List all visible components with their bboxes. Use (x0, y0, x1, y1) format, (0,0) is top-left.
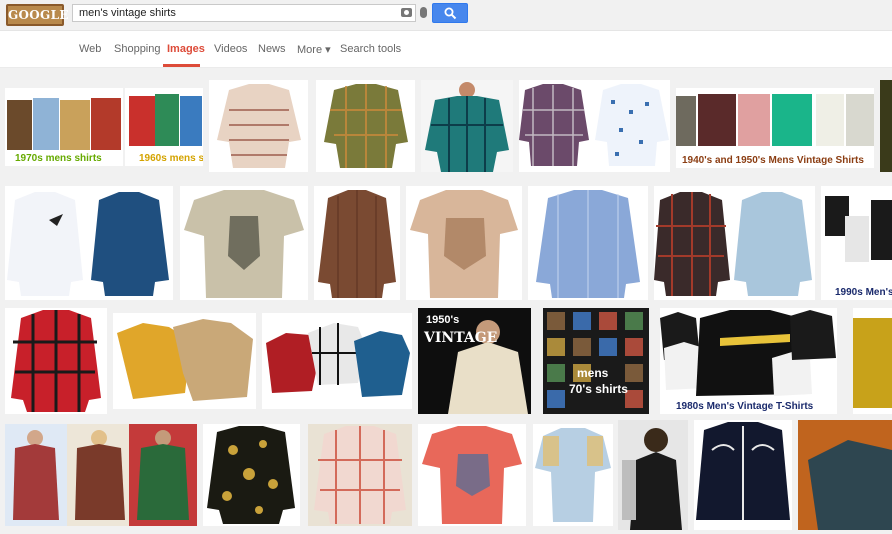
image-caption: 1960s mens s (139, 153, 203, 164)
shirt-image (535, 428, 611, 522)
shirt-image (696, 422, 790, 520)
shirt-image (880, 80, 892, 172)
tab-videos[interactable]: Videos (214, 43, 247, 55)
shirt-image (324, 84, 408, 168)
image-overlay-text: mens (577, 366, 609, 380)
image-results-grid: 1970s mens shirts 1960s mens s 1940's an… (0, 68, 892, 534)
search-input[interactable]: men's vintage shirts (79, 7, 176, 19)
tab-news[interactable]: News (258, 43, 286, 55)
image-caption: 1990s Men's (835, 287, 892, 298)
shirt-image (660, 310, 836, 396)
shirt-image (654, 192, 812, 296)
image-result[interactable] (203, 424, 300, 526)
shirt-image (547, 312, 643, 408)
image-result[interactable] (418, 424, 526, 526)
image-result[interactable]: 1970s mens shirts (5, 88, 123, 166)
image-caption: 1940's and 1950's Mens Vintage Shirts (682, 155, 864, 166)
shirt-image (422, 426, 522, 524)
shirt-image (207, 426, 295, 524)
image-result[interactable]: 1960s mens s (125, 88, 203, 166)
image-result[interactable] (519, 80, 670, 172)
image-result[interactable] (316, 80, 415, 172)
image-result[interactable]: mens 70's shirts (543, 308, 649, 414)
image-result[interactable] (798, 420, 892, 530)
image-result[interactable]: 1950's VINTAGE (418, 308, 531, 414)
image-result[interactable]: 1980s Men's Vintage T-Shirts (660, 308, 837, 414)
shirt-image (410, 190, 518, 298)
image-result[interactable] (180, 186, 308, 300)
image-result[interactable] (618, 420, 688, 530)
image-caption: 1980s Men's Vintage T-Shirts (676, 401, 814, 412)
image-result[interactable] (421, 80, 513, 172)
image-result[interactable] (528, 186, 648, 300)
shirt-image (11, 310, 101, 412)
tab-search-tools[interactable]: Search tools (340, 43, 401, 55)
tab-shopping[interactable]: Shopping (114, 43, 161, 55)
nav-bar: Web Shopping Images Videos News More ▾ S… (0, 31, 892, 68)
image-result[interactable] (209, 80, 308, 172)
tab-more[interactable]: More ▾ (297, 43, 331, 56)
image-result[interactable] (853, 308, 892, 414)
image-result[interactable] (5, 308, 107, 414)
image-result[interactable] (113, 313, 256, 409)
shirt-image (314, 426, 406, 524)
active-tab-indicator (163, 64, 200, 67)
image-result[interactable] (308, 424, 412, 526)
shirt-image (798, 420, 892, 530)
image-result[interactable] (5, 186, 173, 300)
camera-icon[interactable] (401, 8, 412, 17)
google-logo[interactable]: GOOGLE (6, 4, 68, 26)
image-result[interactable] (5, 424, 197, 526)
search-box[interactable]: men's vintage shirts (72, 4, 427, 22)
image-overlay-text: VINTAGE (424, 330, 498, 346)
shirt-image (266, 323, 410, 397)
image-result[interactable] (262, 313, 412, 409)
top-bar: GOOGLE men's vintage shirts (0, 0, 892, 31)
image-result[interactable]: 1940's and 1950's Mens Vintage Shirts (676, 88, 874, 168)
shirt-image (217, 84, 301, 168)
image-result[interactable] (654, 186, 815, 300)
mic-icon[interactable] (420, 7, 427, 18)
image-overlay-text: 70's shirts (569, 382, 628, 396)
image-result[interactable] (533, 424, 613, 526)
image-result[interactable]: 1990s Men's (821, 186, 892, 300)
shirt-image (184, 190, 304, 298)
search-icon (444, 7, 457, 20)
tab-web[interactable]: Web (79, 43, 101, 55)
shirt-image (622, 428, 682, 530)
shirt-image (318, 190, 396, 298)
tab-images[interactable]: Images (167, 43, 205, 55)
image-result[interactable] (406, 186, 522, 300)
shirt-image (536, 190, 640, 298)
shirt-image (5, 424, 197, 526)
image-result[interactable] (314, 186, 400, 300)
shirt-image (825, 196, 892, 262)
image-caption: 1970s mens shirts (15, 153, 102, 164)
shirt-image (519, 84, 669, 166)
search-button[interactable] (432, 3, 468, 23)
image-overlay-text: 1950's (426, 314, 460, 326)
shirt-image (421, 80, 513, 172)
shirt-image (117, 319, 253, 401)
shirt-image (7, 192, 169, 296)
shirt-image (853, 318, 892, 408)
image-result[interactable] (880, 80, 892, 172)
image-result[interactable] (694, 420, 792, 530)
